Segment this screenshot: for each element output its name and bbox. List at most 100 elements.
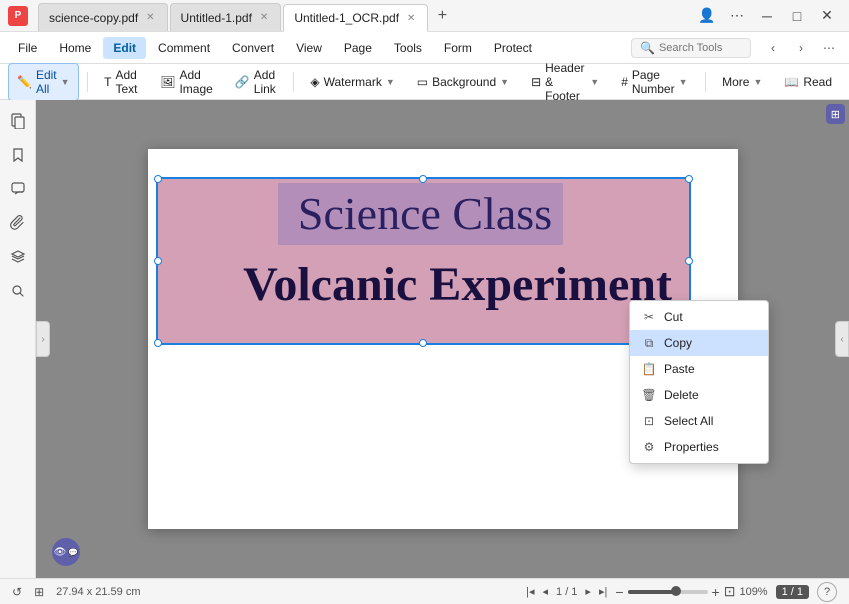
page-number-dropdown-icon: ▼	[679, 77, 688, 87]
profile-button[interactable]: 👤	[693, 6, 721, 26]
zoom-level-display: 109%	[739, 586, 767, 598]
add-image-icon: 🖼	[160, 75, 175, 89]
rotate-button[interactable]: ↺	[12, 585, 22, 599]
context-menu-cut[interactable]: ✂ Cut	[630, 304, 768, 330]
right-collapse-button[interactable]: ‹	[835, 321, 849, 357]
context-menu-copy[interactable]: ⧉ Copy	[630, 330, 768, 356]
zoom-slider-thumb	[671, 586, 681, 596]
zoom-controls: − + ⊡ 109%	[615, 583, 767, 600]
edit-all-dropdown-icon: ▼	[61, 77, 70, 87]
menu-tools[interactable]: Tools	[384, 37, 432, 59]
add-text-button[interactable]: T Add Text	[95, 63, 147, 101]
tab-science-copy[interactable]: science-copy.pdf ✕	[38, 3, 168, 31]
menu-comment[interactable]: Comment	[148, 37, 220, 59]
watermark-icon: ◈	[310, 75, 319, 89]
add-link-label: Add Link	[254, 68, 276, 96]
title-line1: Science Class	[158, 187, 693, 240]
page-number-button[interactable]: # Page Number ▼	[612, 63, 696, 101]
tab-list: science-copy.pdf ✕ Untitled-1.pdf ✕ Unti…	[38, 0, 693, 31]
select-all-icon: ⊡	[642, 414, 656, 428]
context-menu-select-all[interactable]: ⊡ Select All	[630, 408, 768, 434]
sidebar-bookmark-icon[interactable]	[5, 142, 31, 168]
fit-page-button[interactable]: ⊡	[724, 583, 736, 600]
sidebar-comment-icon[interactable]	[5, 176, 31, 202]
canvas-area[interactable]: › Science Class Volcanic Experiment	[36, 100, 849, 578]
background-button[interactable]: ▭ Background ▼	[408, 70, 518, 94]
sidebar-pages-icon[interactable]	[5, 108, 31, 134]
page-forward-button[interactable]: ▸	[585, 585, 591, 598]
add-image-label: Add Image	[179, 68, 212, 96]
cut-label: Cut	[664, 310, 683, 324]
page-back-button[interactable]: ◂	[542, 585, 548, 598]
page-badge: 1 / 1	[776, 585, 809, 599]
ai-bubble-icon[interactable]: 👁💬	[52, 538, 80, 566]
read-icon: 📖	[784, 75, 799, 89]
context-menu-delete[interactable]: 🗑 Delete	[630, 382, 768, 408]
ai-assistant-bubble[interactable]: 👁💬	[52, 538, 80, 566]
toolbar: ✏️ Edit All ▼ T Add Text 🖼 Add Image 🔗 A…	[0, 64, 849, 100]
more-options-button[interactable]: ⋯	[817, 36, 841, 60]
cut-icon: ✂	[642, 310, 656, 324]
top-right-widget[interactable]: ⊞	[826, 104, 845, 124]
tab-label: Untitled-1.pdf	[181, 11, 252, 25]
zoom-slider-fill	[628, 590, 676, 594]
read-button[interactable]: 📖 Read	[775, 70, 841, 94]
page-prev-button[interactable]: |◂	[526, 585, 534, 598]
menu-edit[interactable]: Edit	[103, 37, 146, 59]
close-button[interactable]: ✕	[813, 6, 841, 26]
header-footer-icon: ⊟	[531, 75, 541, 89]
sidebar-attachment-icon[interactable]	[5, 210, 31, 236]
help-button[interactable]: ?	[817, 582, 837, 602]
select-all-label: Select All	[664, 414, 713, 428]
edit-all-button[interactable]: ✏️ Edit All ▼	[8, 63, 79, 101]
edit-icon: ✏️	[17, 75, 32, 89]
zoom-in-button[interactable]: +	[712, 584, 720, 600]
menu-file[interactable]: File	[8, 37, 47, 59]
page-end-button[interactable]: ▸|	[599, 585, 607, 598]
tab-untitled1-ocr[interactable]: Untitled-1_OCR.pdf ✕	[283, 4, 428, 32]
minimize-button[interactable]: ─	[753, 6, 781, 26]
header-footer-dropdown-icon: ▼	[590, 77, 599, 87]
separator-1	[87, 72, 88, 92]
add-text-icon: T	[104, 75, 111, 89]
menu-page[interactable]: Page	[334, 37, 382, 59]
search-tools[interactable]: 🔍	[631, 38, 751, 58]
search-icon: 🔍	[640, 41, 655, 55]
context-menu-paste[interactable]: 📋 Paste	[630, 356, 768, 382]
left-collapse-button[interactable]: ›	[36, 321, 50, 357]
copy-icon: ⧉	[642, 336, 656, 350]
sidebar-search-icon[interactable]	[5, 278, 31, 304]
widget-icon: ⊞	[831, 109, 840, 121]
watermark-button[interactable]: ◈ Watermark ▼	[301, 70, 403, 94]
search-input[interactable]	[659, 42, 739, 54]
menu-view[interactable]: View	[286, 37, 332, 59]
context-menu-properties[interactable]: ⚙ Properties	[630, 434, 768, 460]
zoom-out-button[interactable]: −	[615, 584, 623, 600]
menu-button[interactable]: ⋯	[723, 6, 751, 26]
add-image-button[interactable]: 🖼 Add Image	[151, 63, 222, 101]
zoom-slider[interactable]	[628, 590, 708, 594]
menu-home[interactable]: Home	[49, 37, 101, 59]
back-button[interactable]: ‹	[761, 36, 785, 60]
add-link-button[interactable]: 🔗 Add Link	[226, 63, 285, 101]
tab-untitled1[interactable]: Untitled-1.pdf ✕	[170, 3, 282, 31]
watermark-label: Watermark	[324, 75, 382, 89]
menu-convert[interactable]: Convert	[222, 37, 284, 59]
new-tab-button[interactable]: +	[430, 4, 454, 28]
add-link-icon: 🔗	[235, 75, 250, 89]
status-right: |◂ ◂ 1 / 1 ▸ ▸| − + ⊡ 109% 1 / 1 ?	[526, 582, 837, 602]
tab-close-untitled1[interactable]: ✕	[258, 10, 270, 25]
background-dropdown-icon: ▼	[500, 77, 509, 87]
fit-button[interactable]: ⊞	[34, 585, 44, 599]
tab-close-untitled1-ocr[interactable]: ✕	[405, 11, 417, 26]
header-footer-label: Header & Footer	[545, 61, 586, 103]
menu-form[interactable]: Form	[434, 37, 482, 59]
maximize-button[interactable]: □	[783, 6, 811, 26]
background-icon: ▭	[417, 75, 428, 89]
forward-button[interactable]: ›	[789, 36, 813, 60]
more-button[interactable]: More ▼	[713, 70, 771, 94]
tab-close-science-copy[interactable]: ✕	[144, 10, 156, 25]
copy-label: Copy	[664, 336, 692, 350]
sidebar-layers-icon[interactable]	[5, 244, 31, 270]
menu-right-icons: ‹ › ⋯	[761, 36, 841, 60]
